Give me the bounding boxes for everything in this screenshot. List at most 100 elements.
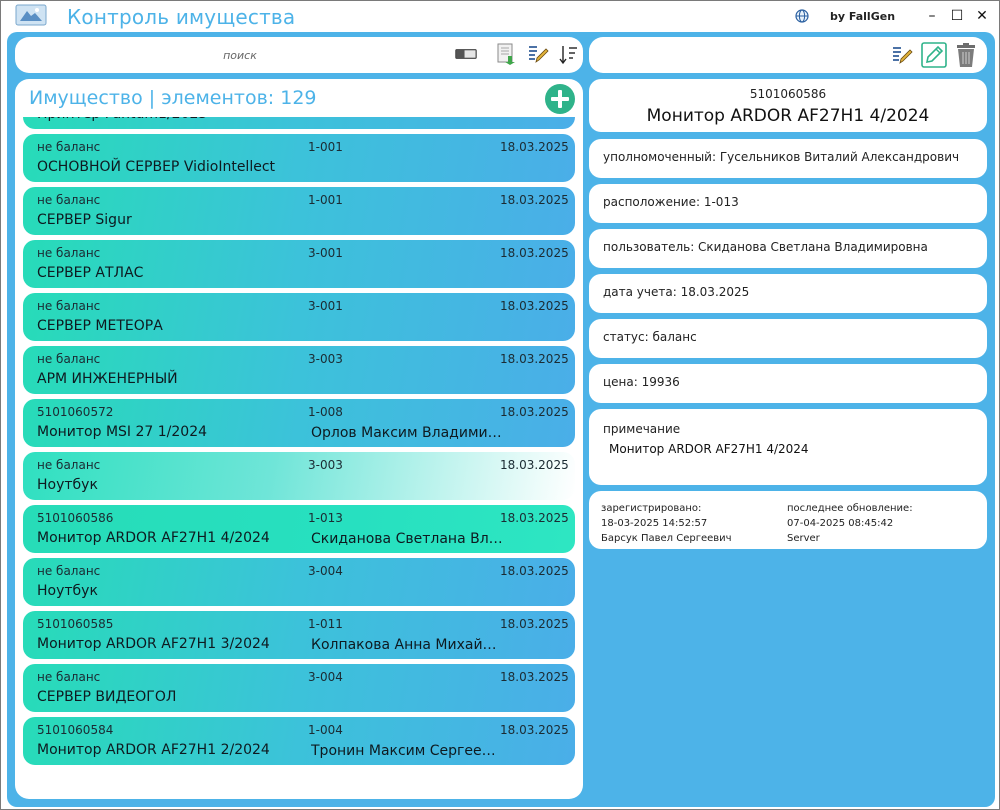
globe-icon[interactable] — [795, 9, 809, 23]
minimize-button[interactable]: – — [921, 5, 943, 27]
detail-meta-card: зарегистрировано: 18-03-2025 14:52:57 Ба… — [589, 491, 987, 549]
item-date: 18.03.2025 — [500, 193, 569, 207]
list-item[interactable]: 5101060586 1-013 18.03.2025 Монитор ARDOR A… — [23, 505, 575, 553]
updated-label: последнее обновление: — [787, 503, 913, 514]
item-name: Ноутбук — [37, 477, 98, 493]
list-item[interactable]: не баланс 3-003 18.03.2025 АРМ ИНЖЕНЕРНЫЙ — [23, 346, 575, 394]
item-date: 18.03.2025 — [500, 670, 569, 684]
item-name: Ноутбук — [37, 583, 98, 599]
item-user: Скиданова Светлана Владимировна — [311, 531, 503, 547]
detail-user: пользователь: Скиданова Светлана Владими… — [603, 240, 928, 254]
updated-by: Server — [787, 533, 820, 544]
note-label: примечание — [603, 422, 681, 436]
list-item[interactable]: 5101060572 1-008 18.03.2025 Монитор MSI 27 … — [23, 399, 575, 447]
workspace: Имущество | элементов: 129 51010605911-0… — [7, 32, 995, 807]
item-location: 3-004 — [308, 564, 343, 578]
edit-list-icon[interactable] — [527, 43, 549, 65]
detail-location: расположение: 1-013 — [603, 195, 739, 209]
list-item[interactable]: не баланс 1-001 18.03.2025 СЕРВЕР Sigur — [23, 187, 575, 235]
item-inventory-id: не баланс — [37, 193, 101, 207]
list-item[interactable]: не баланс 3-004 18.03.2025 Ноутбук — [23, 558, 575, 606]
item-location: 3-001 — [308, 299, 343, 313]
item-inventory-id: 5101060572 — [37, 405, 114, 419]
item-name: Принтер Pantum1/2023 — [37, 117, 207, 122]
sort-icon[interactable] — [558, 43, 580, 65]
detail-account-date: дата учета: 18.03.2025 — [603, 285, 750, 299]
item-location: 1-004 — [308, 723, 343, 737]
inventory-list-panel: Имущество | элементов: 129 51010605911-0… — [15, 79, 583, 799]
list-item[interactable]: не баланс 3-003 18.03.2025 Ноутбук — [23, 452, 575, 500]
search-input[interactable] — [75, 45, 405, 65]
add-item-button[interactable] — [545, 84, 575, 114]
trash-icon[interactable] — [955, 42, 977, 68]
item-inventory-id: не баланс — [37, 299, 101, 313]
list-title: Имущество | элементов: 129 — [29, 87, 317, 109]
detail-location-card: расположение: 1-013 — [589, 184, 987, 223]
list-item[interactable]: 5101060584 1-004 18.03.2025 Монитор ARDOR A… — [23, 717, 575, 765]
item-name: СЕРВЕР Sigur — [37, 212, 132, 228]
inventory-list[interactable]: 51010605911-02318.03.2025Принтер Pantum1… — [15, 117, 583, 799]
registered-by: Барсук Павел Сергеевич — [601, 533, 732, 544]
item-date: 18.03.2025 — [500, 140, 569, 154]
item-location: 3-003 — [308, 458, 343, 472]
author-byline: by FallGen — [830, 10, 896, 23]
detail-header-card: 5101060586 Монитор ARDOR AF27H1 4/2024 — [589, 79, 987, 132]
item-date: 18.03.2025 — [500, 458, 569, 472]
item-date: 18.03.2025 — [500, 352, 569, 366]
registration-info: зарегистрировано: 18-03-2025 14:52:57 Ба… — [601, 501, 732, 546]
item-location: 1-011 — [308, 617, 343, 631]
maximize-button[interactable]: ☐ — [946, 5, 968, 27]
detail-inventory-code: 5101060586 — [749, 87, 827, 101]
item-location: 3-004 — [308, 670, 343, 684]
list-item[interactable]: 5101060585 1-011 18.03.2025 Монитор ARDOR A… — [23, 611, 575, 659]
item-user: Орлов Максим Владимирович — [311, 425, 503, 441]
item-date: 18.03.2025 — [500, 617, 569, 631]
registered-at: 18-03-2025 14:52:57 — [601, 518, 708, 529]
item-date: 18.03.2025 — [500, 405, 569, 419]
list-item[interactable]: не баланс 3-001 18.03.2025 СЕРВЕР АТЛАС — [23, 240, 575, 288]
item-inventory-id: 5101060584 — [37, 723, 114, 737]
item-user: Колпакова Анна Михайловна — [311, 637, 503, 653]
item-date: 18.03.2025 — [500, 299, 569, 313]
edit-pencil-icon[interactable] — [921, 42, 947, 68]
item-location: 3-001 — [308, 246, 343, 260]
item-inventory-id: не баланс — [37, 140, 101, 154]
edit-list-icon[interactable] — [891, 44, 913, 66]
item-location: 1-008 — [308, 405, 343, 419]
item-name: СЕРВЕР АТЛАС — [37, 265, 144, 281]
item-name: Монитор ARDOR AF27H1 4/2024 — [37, 530, 270, 546]
item-name: ОСНОВНОЙ СЕРВЕР VidioIntellect — [37, 159, 276, 175]
detail-item-title: Монитор ARDOR AF27H1 4/2024 — [646, 106, 930, 126]
item-name: Монитор ARDOR AF27H1 3/2024 — [37, 636, 270, 652]
item-inventory-id: не баланс — [37, 670, 101, 684]
item-name: АРМ ИНЖЕНЕРНЫЙ — [37, 371, 178, 387]
close-button[interactable]: ✕ — [971, 5, 993, 27]
updated-at: 07-04-2025 08:45:42 — [787, 518, 894, 529]
list-item[interactable]: не баланс 1-001 18.03.2025 ОСНОВНОЙ СЕРВЕР … — [23, 134, 575, 182]
note-text: Монитор ARDOR AF27H1 4/2024 — [609, 442, 809, 456]
item-date: 18.03.2025 — [500, 511, 569, 525]
list-item[interactable]: не баланс 3-001 18.03.2025 СЕРВЕР МЕТЕОРА — [23, 293, 575, 341]
item-inventory-id: 5101060586 — [37, 511, 114, 525]
item-inventory-id: не баланс — [37, 246, 101, 260]
item-location: 1-013 — [308, 511, 343, 525]
list-item[interactable]: 51010605911-02318.03.2025Принтер Pantum1… — [23, 117, 575, 129]
item-location: 1-001 — [308, 193, 343, 207]
app-window: Контроль имущества by FallGen – ☐ ✕ поис… — [0, 0, 1000, 810]
title-bar[interactable]: Контроль имущества by FallGen – ☐ ✕ — [1, 1, 999, 31]
detail-price: цена: 19936 — [603, 375, 680, 389]
update-info: последнее обновление: 07-04-2025 08:45:4… — [787, 501, 913, 546]
item-inventory-id: не баланс — [37, 352, 101, 366]
detail-toolbar — [589, 37, 987, 73]
detail-note-card: примечание Монитор ARDOR AF27H1 4/2024 — [589, 409, 987, 485]
list-item[interactable]: не баланс 3-004 18.03.2025 СЕРВЕР ВИДЕОГОЛ — [23, 664, 575, 712]
list-toolbar — [15, 37, 583, 73]
registered-label: зарегистрировано: — [601, 503, 702, 514]
item-location: 3-003 — [308, 352, 343, 366]
export-excel-icon[interactable] — [495, 43, 517, 65]
item-name: СЕРВЕР МЕТЕОРА — [37, 318, 163, 334]
item-location: 1-001 — [308, 140, 343, 154]
toggle-switch-icon[interactable] — [455, 43, 477, 65]
item-date: 18.03.2025 — [500, 564, 569, 578]
detail-status: статус: баланс — [603, 330, 697, 344]
